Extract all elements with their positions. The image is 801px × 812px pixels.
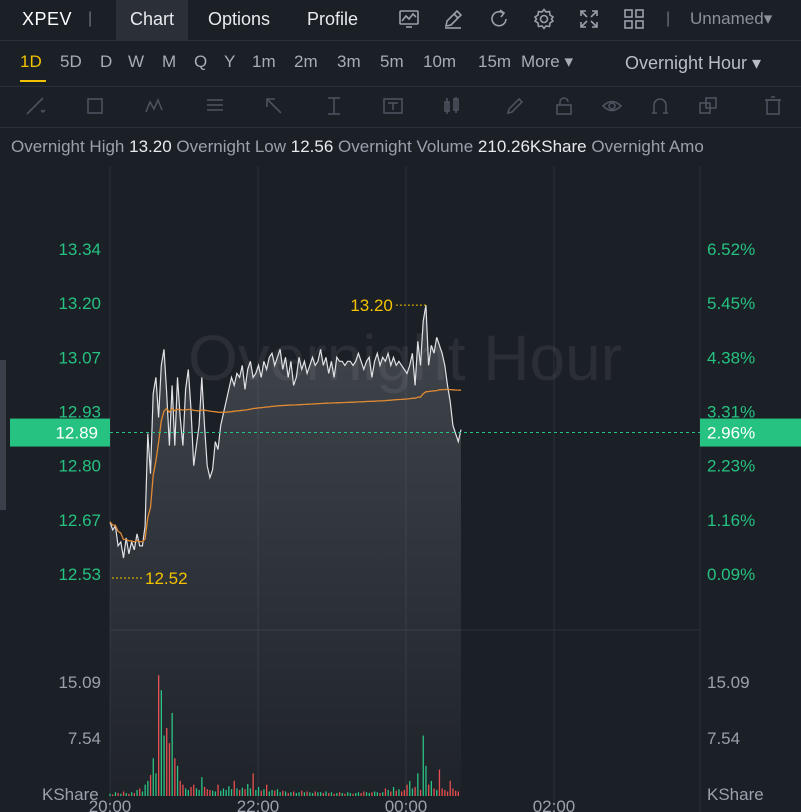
timeframe-2m[interactable]: 2m xyxy=(294,52,318,72)
price-axis-label: 12.53 xyxy=(58,565,101,584)
measure-tool-icon[interactable] xyxy=(323,95,345,117)
percent-axis-label: 5.45% xyxy=(707,294,755,313)
timeframe-10m[interactable]: 10m xyxy=(423,52,456,72)
session-selector[interactable]: Overnight Hour ▾ xyxy=(625,53,761,74)
time-axis-label: 00:00 xyxy=(385,797,428,812)
timeframe-y[interactable]: Y xyxy=(224,52,235,72)
tab-profile[interactable]: Profile xyxy=(293,0,372,40)
grid-layout-icon[interactable] xyxy=(622,7,646,31)
timeframe-5d[interactable]: 5D xyxy=(60,52,82,72)
timeframe-m[interactable]: M xyxy=(162,52,176,72)
ticker-symbol[interactable]: XPEV xyxy=(22,9,72,30)
percent-axis-label: 0.09% xyxy=(707,565,755,584)
tab-chart[interactable]: Chart xyxy=(116,0,189,40)
fullscreen-icon[interactable] xyxy=(577,7,601,31)
timeframe-3m[interactable]: 3m xyxy=(337,52,361,72)
lock-icon[interactable] xyxy=(553,95,575,117)
percent-axis-label: 1.16% xyxy=(707,511,755,530)
line-tool-icon[interactable] xyxy=(24,95,46,117)
volume-axis-label: 7.54 xyxy=(68,729,101,748)
magnet-icon[interactable] xyxy=(649,95,671,117)
low-marker-label: 12.52 xyxy=(145,569,188,588)
eye-icon[interactable] xyxy=(601,95,623,117)
time-axis-label: 02:00 xyxy=(533,797,576,812)
overnight-high-value: 13.20 xyxy=(129,137,172,156)
volume-axis-label: KShare xyxy=(707,785,764,804)
layout-selector[interactable]: Unnamed▾ xyxy=(690,9,772,29)
price-area xyxy=(110,305,461,796)
overnight-high-label: Overnight High xyxy=(11,137,125,156)
percent-axis-label: 6.52% xyxy=(707,240,755,259)
timeframe-15m[interactable]: 15m xyxy=(478,52,511,72)
timeframe-d[interactable]: D xyxy=(100,52,112,72)
tab-options[interactable]: Options xyxy=(194,0,284,40)
brush-icon[interactable] xyxy=(504,95,526,117)
draw-icon[interactable] xyxy=(441,7,465,31)
separator: | xyxy=(88,10,93,27)
time-axis-label: 20:00 xyxy=(89,797,132,812)
timeframe-5m[interactable]: 5m xyxy=(380,52,404,72)
volume-axis-label: 7.54 xyxy=(707,729,740,748)
percent-axis-label: 4.38% xyxy=(707,348,755,367)
refresh-icon[interactable] xyxy=(487,7,511,31)
price-axis-label: 13.34 xyxy=(58,240,101,259)
price-axis-label: 12.80 xyxy=(58,457,101,476)
timeframe-q[interactable]: Q xyxy=(194,52,207,72)
current-percent-value: 2.96% xyxy=(707,424,755,443)
overnight-volume-value: 210.26KShare xyxy=(477,137,587,156)
pattern-tool-icon[interactable] xyxy=(144,95,166,117)
volume-axis-label: 15.09 xyxy=(58,673,101,692)
top-bar: XPEV | Chart Options Profile | Unnamed▾ xyxy=(0,0,801,41)
price-axis-label: 13.07 xyxy=(58,348,101,367)
overnight-low-value: 12.56 xyxy=(290,137,334,156)
timeframe-bar: 1D 5D D W M Q Y 1m 2m 3m 5m 10m 15m More… xyxy=(0,41,801,85)
overnight-amount-label: Overnight Amo xyxy=(591,137,704,156)
price-axis-label: 13.20 xyxy=(58,294,101,313)
candles-tool-icon[interactable] xyxy=(441,95,463,117)
separator: | xyxy=(666,10,671,27)
overnight-volume-label: Overnight Volume xyxy=(338,137,474,156)
volume-axis-label: 15.09 xyxy=(707,673,750,692)
duplicate-icon[interactable] xyxy=(697,95,719,117)
fibonacci-tool-icon[interactable] xyxy=(204,95,226,117)
overnight-low-label: Overnight Low xyxy=(176,137,287,156)
timeframe-1d[interactable]: 1D xyxy=(20,52,42,72)
indicator-icon[interactable] xyxy=(397,7,421,31)
timeframe-w[interactable]: W xyxy=(128,52,144,72)
more-timeframes-button[interactable]: More ▾ xyxy=(521,52,573,72)
time-axis-label: 22:00 xyxy=(237,797,280,812)
high-marker-label: 13.20 xyxy=(350,296,393,315)
overnight-info-bar: Overnight High 13.20 Overnight Low 12.56… xyxy=(0,136,801,160)
arrow-tool-icon[interactable] xyxy=(263,95,285,117)
current-price-value: 12.89 xyxy=(55,424,98,443)
trash-icon[interactable] xyxy=(762,95,784,117)
active-timeframe-indicator xyxy=(20,80,46,82)
text-tool-icon[interactable] xyxy=(382,95,404,117)
percent-axis-label: 2.23% xyxy=(707,457,755,476)
price-axis-label: 12.67 xyxy=(58,511,101,530)
settings-icon[interactable] xyxy=(532,7,556,31)
timeframe-1m[interactable]: 1m xyxy=(252,52,276,72)
rectangle-tool-icon[interactable] xyxy=(85,95,107,117)
price-chart[interactable]: Overnight Hour 13.3413.2013.0712.9312.80… xyxy=(0,166,801,812)
drawing-toolbar xyxy=(0,86,801,128)
